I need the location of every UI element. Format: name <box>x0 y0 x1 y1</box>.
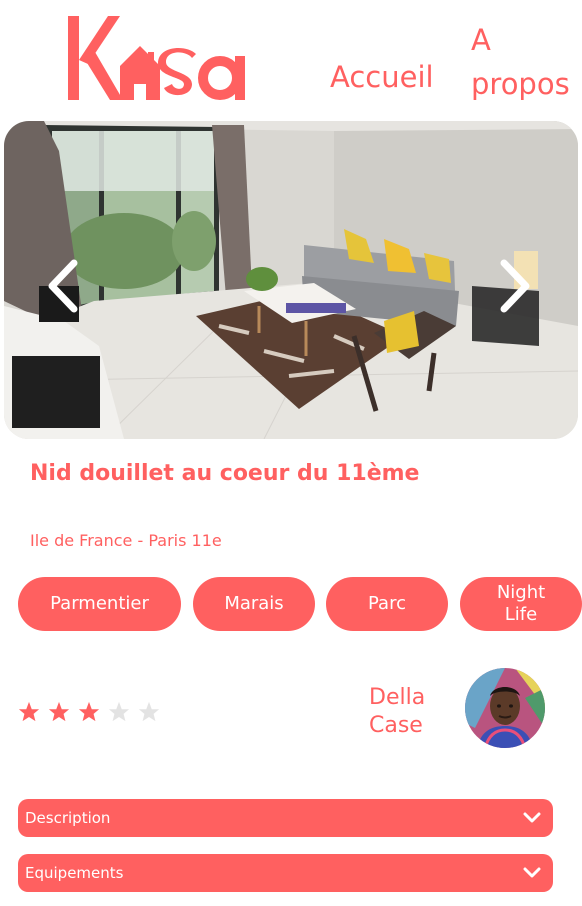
tag-marais[interactable]: Marais <box>193 577 315 631</box>
tag-list: Parmentier Marais Parc Night Life <box>18 577 582 633</box>
star-icon <box>138 701 160 722</box>
chevron-down-icon <box>523 867 541 878</box>
listing-location: Ile de France - Paris 11e <box>30 531 222 550</box>
chevron-right-icon <box>500 259 530 313</box>
kasa-logo-graphic <box>68 16 245 100</box>
kasa-logo[interactable] <box>68 14 250 104</box>
carousel-next-button[interactable] <box>494 259 534 313</box>
star-icon <box>18 701 40 722</box>
apartment-photo <box>4 121 578 439</box>
site-header: Accueil A propos <box>0 0 582 115</box>
collapse-equipements[interactable]: Equipements <box>18 854 553 892</box>
star-icon <box>108 701 130 722</box>
chevron-left-icon <box>48 259 78 313</box>
collapse-description-label: Description <box>25 809 111 827</box>
star-rating <box>18 701 168 725</box>
host-name: Della Case <box>369 685 426 738</box>
star-icon <box>48 701 70 722</box>
collapse-equipements-label: Equipements <box>25 864 124 882</box>
chevron-down-icon <box>523 812 541 823</box>
image-carousel <box>4 121 578 439</box>
tag-parc[interactable]: Parc <box>326 577 448 631</box>
star-icon <box>78 701 100 722</box>
tag-parmentier[interactable]: Parmentier <box>18 577 181 631</box>
nav-link-home[interactable]: Accueil <box>330 60 434 94</box>
listing-title: Nid douillet au coeur du 11ème <box>30 461 420 486</box>
host-avatar-image <box>465 668 545 748</box>
nav-link-about[interactable]: A propos <box>471 18 581 106</box>
tag-night-life[interactable]: Night Life <box>460 577 582 631</box>
collapse-description[interactable]: Description <box>18 799 553 837</box>
host-avatar <box>465 668 545 748</box>
carousel-prev-button[interactable] <box>44 259 84 313</box>
